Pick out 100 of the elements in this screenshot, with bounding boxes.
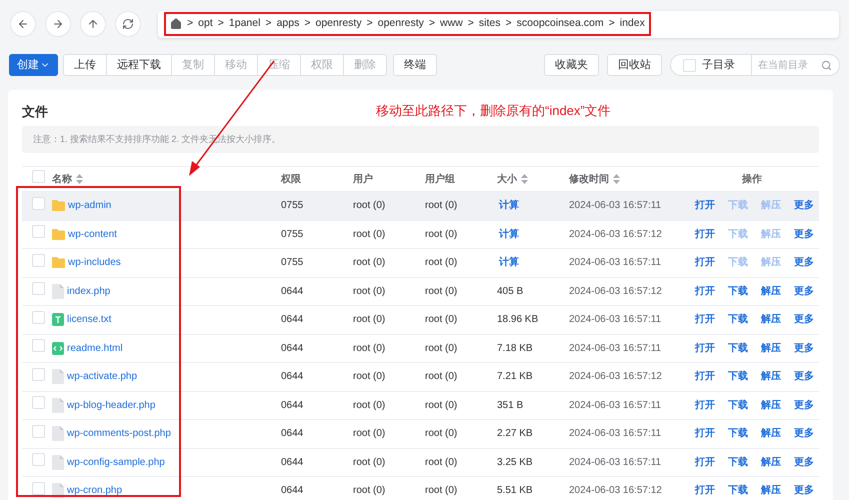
action-link[interactable]: 下载 bbox=[728, 483, 748, 498]
path-segment[interactable]: www bbox=[440, 16, 463, 32]
action-link[interactable]: 下载 bbox=[728, 369, 748, 384]
column-header[interactable]: 修改时间 bbox=[569, 172, 620, 186]
file-name-link[interactable]: wp-cron.php bbox=[67, 483, 122, 498]
toolbar-button[interactable]: 收藏夹 bbox=[544, 54, 599, 76]
action-link[interactable]: 更多 bbox=[794, 483, 814, 498]
checkbox[interactable] bbox=[32, 339, 45, 352]
file-name-link[interactable]: wp-config-sample.php bbox=[67, 454, 165, 470]
checkbox[interactable] bbox=[32, 254, 45, 267]
sort-icon[interactable] bbox=[521, 174, 528, 184]
path-segment[interactable]: 1panel bbox=[228, 16, 260, 32]
file-name-link[interactable]: wp-comments-post.php bbox=[67, 426, 171, 442]
search-button[interactable] bbox=[814, 54, 840, 76]
action-link[interactable]: 解压 bbox=[761, 398, 781, 413]
create-button[interactable]: 创建 bbox=[9, 54, 58, 76]
action-link[interactable]: 打开 bbox=[695, 312, 715, 328]
action-link[interactable]: 解压 bbox=[761, 340, 781, 356]
action-link[interactable]: 解压 bbox=[761, 312, 781, 328]
action-link[interactable]: 解压 bbox=[761, 426, 781, 442]
calculate-link[interactable]: 计算 bbox=[497, 226, 569, 242]
nav-button[interactable] bbox=[45, 11, 71, 37]
nav-button[interactable] bbox=[115, 11, 141, 37]
column-header[interactable]: 大小 bbox=[497, 172, 528, 186]
action-link[interactable]: 打开 bbox=[695, 340, 715, 356]
file-name-link[interactable]: readme.html bbox=[67, 340, 123, 356]
action-link[interactable]: 打开 bbox=[695, 483, 715, 498]
file-name-link[interactable]: wp-admin bbox=[68, 198, 112, 214]
action-link[interactable]: 解压 bbox=[761, 454, 781, 470]
table-cell-text: 2.27 KB bbox=[497, 427, 534, 442]
action-link[interactable]: 打开 bbox=[695, 226, 715, 242]
file-name-link[interactable]: index.php bbox=[67, 284, 110, 299]
nav-button[interactable] bbox=[10, 11, 36, 37]
path-segment[interactable]: scoopcoinsea.com bbox=[516, 16, 604, 32]
table-row[interactable]: wp-cron.php 0644 root (0) root (0) 5.51 KB 2024-06-03 16:57:12 打开 下载 解压 更多 bbox=[22, 476, 819, 500]
action-link[interactable]: 打开 bbox=[695, 426, 715, 442]
sort-icon[interactable] bbox=[613, 174, 620, 184]
toolbar-button[interactable]: 回收站 bbox=[607, 54, 662, 76]
file-name-link[interactable]: wp-content bbox=[68, 226, 117, 242]
path-separator: > bbox=[428, 16, 436, 32]
path-separator: > bbox=[304, 16, 310, 32]
action-link[interactable]: 打开 bbox=[695, 369, 715, 384]
checkbox[interactable] bbox=[32, 225, 45, 238]
table-cell-text: root (0) bbox=[425, 313, 458, 328]
action-link[interactable]: 更多 bbox=[794, 284, 814, 299]
checkbox[interactable] bbox=[683, 58, 696, 72]
action-link[interactable]: 更多 bbox=[794, 255, 814, 270]
search-field[interactable]: 在当前目录 bbox=[752, 54, 814, 76]
action-link[interactable]: 下载 bbox=[728, 426, 748, 442]
action-link[interactable]: 打开 bbox=[695, 198, 715, 214]
checkbox[interactable] bbox=[32, 310, 45, 324]
checkbox[interactable] bbox=[32, 282, 45, 296]
action-link[interactable]: 更多 bbox=[794, 340, 814, 356]
path-segment[interactable]: openresty bbox=[378, 16, 424, 32]
action-link[interactable]: 更多 bbox=[794, 369, 814, 384]
checkbox[interactable] bbox=[32, 453, 45, 466]
action-link[interactable]: 打开 bbox=[695, 454, 715, 470]
calculate-link[interactable]: 计算 bbox=[497, 255, 569, 270]
checkbox[interactable] bbox=[32, 170, 45, 183]
checkbox[interactable] bbox=[32, 396, 45, 410]
path-segment[interactable]: opt bbox=[198, 16, 213, 32]
home-icon[interactable] bbox=[170, 18, 182, 30]
action-link[interactable]: 更多 bbox=[794, 226, 814, 242]
action-link[interactable]: 下载 bbox=[728, 284, 748, 299]
refresh-icon bbox=[122, 18, 134, 30]
action-link[interactable]: 打开 bbox=[695, 398, 715, 413]
toolbar-button[interactable]: 上传 bbox=[63, 54, 107, 76]
action-link[interactable]: 解压 bbox=[761, 483, 781, 498]
action-link[interactable]: 下载 bbox=[728, 398, 748, 413]
checkbox[interactable] bbox=[32, 368, 45, 381]
nav-button[interactable] bbox=[80, 11, 106, 37]
toolbar-button[interactable]: 终端 bbox=[393, 54, 437, 76]
action-link[interactable]: 下载 bbox=[728, 454, 748, 470]
path-segment[interactable]: sites bbox=[478, 16, 500, 32]
action-link[interactable]: 更多 bbox=[794, 426, 814, 442]
action-link[interactable]: 更多 bbox=[794, 454, 814, 470]
path-segment[interactable]: index bbox=[620, 16, 645, 32]
action-link[interactable]: 打开 bbox=[695, 284, 715, 299]
file-name-link[interactable]: license.txt bbox=[67, 312, 112, 328]
calculate-link[interactable]: 计算 bbox=[497, 198, 569, 214]
action-link[interactable]: 解压 bbox=[761, 284, 781, 299]
toolbar-button[interactable]: 远程下载 bbox=[106, 54, 172, 76]
path-segment[interactable]: apps bbox=[276, 16, 300, 32]
action-link[interactable]: 下载 bbox=[728, 340, 748, 356]
action-link[interactable]: 更多 bbox=[794, 398, 814, 413]
subdirectory-toggle[interactable]: 子目录 bbox=[670, 54, 752, 76]
checkbox[interactable] bbox=[32, 482, 45, 495]
checkbox[interactable] bbox=[32, 424, 45, 438]
action-link[interactable]: 解压 bbox=[761, 369, 781, 384]
sort-icon[interactable] bbox=[76, 174, 83, 184]
file-name-link[interactable]: wp-blog-header.php bbox=[67, 398, 156, 413]
file-name-link[interactable]: wp-includes bbox=[68, 255, 121, 270]
action-link[interactable]: 打开 bbox=[695, 255, 715, 270]
action-link[interactable]: 更多 bbox=[794, 198, 814, 214]
action-link[interactable]: 更多 bbox=[794, 312, 814, 328]
checkbox[interactable] bbox=[32, 196, 45, 210]
path-segment[interactable]: openresty bbox=[315, 16, 362, 32]
action-link[interactable]: 下载 bbox=[728, 312, 748, 328]
column-header[interactable]: 名称 bbox=[52, 172, 83, 186]
file-name-link[interactable]: wp-activate.php bbox=[67, 369, 138, 384]
